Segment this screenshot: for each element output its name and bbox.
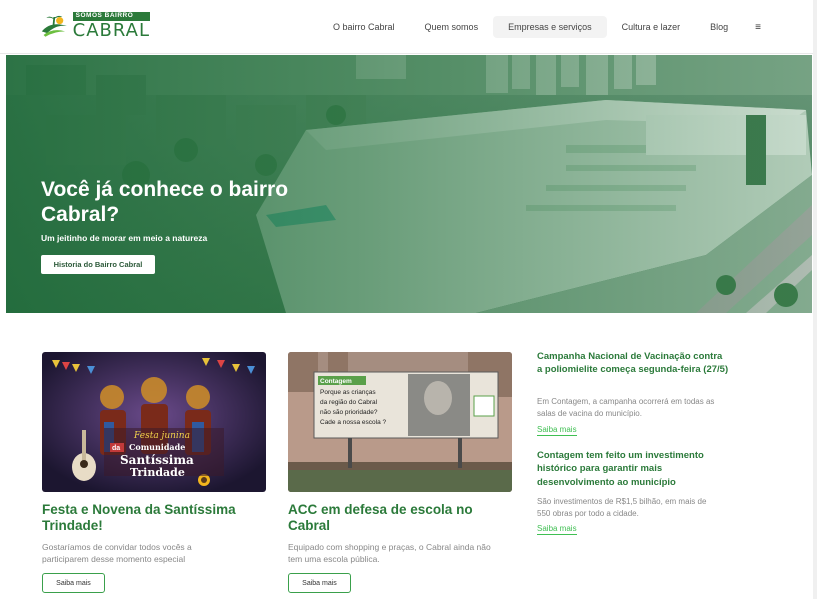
- logo-main-label: CABRAL: [72, 19, 150, 41]
- billboard-line-2: da região do Cabral: [320, 399, 378, 406]
- nav-o-bairro-cabral[interactable]: O bairro Cabral: [318, 16, 410, 38]
- card-text-acc: Equipado com shopping e praças, o Cabral…: [288, 542, 491, 565]
- hamburger-menu-icon[interactable]: ≡: [743, 16, 773, 39]
- festa-junina-image[interactable]: Festa junina da Comunidade Santíssima Tr…: [42, 352, 266, 492]
- card-title-acc[interactable]: ACC em defesa de escola no Cabral: [288, 502, 503, 534]
- da-text: da: [112, 445, 120, 452]
- logo-leaf-icon: [41, 15, 67, 37]
- news-link-vacinacao[interactable]: Saiba mais: [537, 425, 577, 436]
- card-text-festa: Gostaríamos de convidar todos vocês a pa…: [42, 542, 192, 565]
- news-link-investimento[interactable]: Saiba mais: [537, 524, 577, 535]
- main-nav: O bairro Cabral Quem somos Empresas e se…: [318, 0, 773, 54]
- festa-junina-text: Festa junina: [133, 431, 190, 441]
- news-text-investimento: São investimentos de R$1,5 bilhão, em ma…: [537, 497, 707, 518]
- saiba-mais-acc-button[interactable]: Saiba mais: [288, 573, 351, 593]
- hero-title: Você já conhece o bairro Cabral?: [41, 178, 289, 227]
- acc-billboard-image[interactable]: Contagem Porque as crianças da região do…: [288, 352, 512, 492]
- site-logo[interactable]: SOMOS BAIRRO CABRAL: [40, 11, 150, 41]
- billboard-line-3: não são prioridade?: [320, 409, 378, 416]
- billboard-photo: Contagem Porque as crianças da região do…: [288, 352, 512, 492]
- hero-banner: Você já conhece o bairro Cabral? Um jeit…: [6, 55, 812, 313]
- news-text-vacinacao: Em Contagem, a campanha ocorrerá em toda…: [537, 397, 715, 418]
- comunidade-text: Comunidade: [129, 442, 185, 452]
- news-title-vacinacao[interactable]: Campanha Nacional de Vacinação contra a …: [537, 350, 729, 377]
- saiba-mais-festa-button[interactable]: Saiba mais: [42, 573, 105, 593]
- billboard-tag: Contagem: [320, 378, 352, 385]
- billboard-line-4: Cade a nossa escola ?: [320, 419, 387, 426]
- nav-cultura-lazer[interactable]: Cultura e lazer: [607, 16, 696, 38]
- nav-blog[interactable]: Blog: [695, 16, 743, 38]
- trindade-text: Trindade: [130, 466, 185, 479]
- card-title-festa[interactable]: Festa e Novena da Santíssima Trindade!: [42, 502, 257, 534]
- santissima-text: Santíssima: [120, 453, 194, 467]
- billboard-line-1: Porque as crianças: [320, 389, 376, 396]
- hero-subtitle: Um jeitinho de morar em meio a natureza: [41, 233, 208, 243]
- festa-junina-illustration: Festa junina da Comunidade Santíssima Tr…: [42, 352, 266, 492]
- nav-empresas-servicos[interactable]: Empresas e serviços: [493, 16, 607, 38]
- history-button[interactable]: Historia do Bairro Cabral: [41, 255, 155, 274]
- site-header: SOMOS BAIRRO CABRAL O bairro Cabral Quem…: [0, 0, 817, 54]
- page-scrollbar[interactable]: [813, 0, 817, 599]
- logo-wordmark: SOMOS BAIRRO CABRAL: [72, 12, 150, 41]
- news-title-investimento[interactable]: Contagem tem feito um investimento histó…: [537, 449, 729, 489]
- nav-quem-somos[interactable]: Quem somos: [410, 16, 494, 38]
